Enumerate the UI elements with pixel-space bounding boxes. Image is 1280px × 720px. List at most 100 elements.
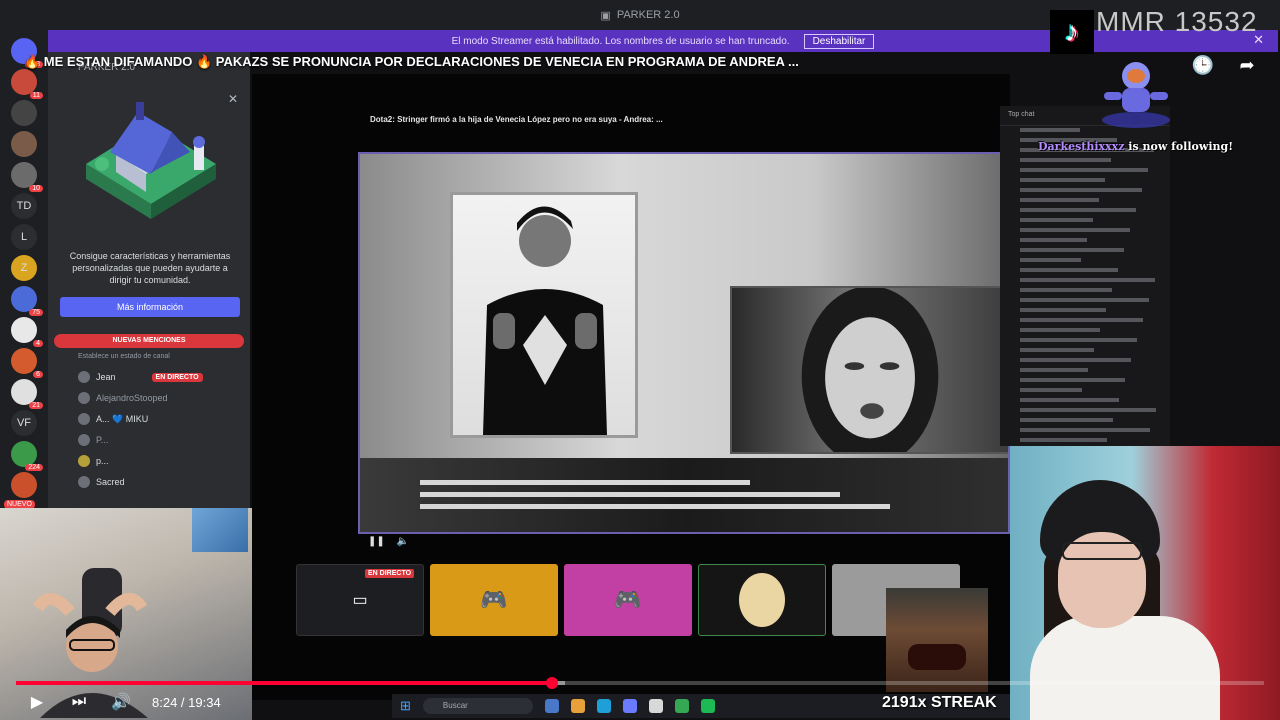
next-icon[interactable]: ⏭	[68, 692, 90, 712]
disable-streamer-button[interactable]: Deshabilitar	[803, 33, 875, 49]
streamer-webcam-right	[1010, 446, 1280, 720]
follower-name: Darkesthixxxz	[1038, 140, 1125, 153]
close-icon[interactable]: ✕	[228, 92, 238, 106]
app-icon[interactable]	[648, 699, 663, 713]
server-icon[interactable]: TD	[11, 193, 37, 219]
chat-line-placeholder	[1000, 426, 1170, 436]
wall-poster	[192, 508, 248, 552]
chat-line-placeholder	[1000, 436, 1170, 446]
guild-rail: 138 11 10 TD L Z 75 4 6 21 VF 224 NUEVO	[0, 30, 48, 510]
more-info-button[interactable]: Más información	[60, 297, 240, 317]
seek-bar[interactable]	[16, 677, 1264, 689]
member-name: A... 💙 MIKU	[96, 413, 149, 424]
streamer-banner-text: El modo Streamer está habilitado. Los no…	[451, 35, 790, 47]
server-icon[interactable]: 4	[11, 317, 43, 347]
member-name: Jean	[96, 372, 116, 382]
voice-member[interactable]: p...	[78, 453, 109, 469]
app-icon[interactable]	[544, 699, 559, 713]
new-mentions-bar[interactable]: NUEVAS MENCIONES	[54, 334, 244, 348]
server-icon[interactable]: L	[11, 224, 37, 250]
server-icon[interactable]: 75	[11, 286, 43, 316]
voice-member[interactable]: Sacred	[78, 474, 125, 490]
meme-mouth	[908, 644, 966, 670]
inner-video-frame[interactable]	[358, 152, 1010, 534]
time-display: 8:24 / 19:34	[152, 694, 221, 710]
voice-member[interactable]: AlejandroStooped	[78, 390, 168, 406]
app-icon[interactable]	[596, 699, 611, 713]
share-icon[interactable]: ➦	[1236, 54, 1258, 76]
chat-line-placeholder	[1000, 386, 1170, 396]
video-title[interactable]: 🔥 ME ESTAN DIFAMANDO 🔥 PAKAZS SE PRONUNC…	[24, 54, 1184, 74]
call-tile[interactable]: EN DIRECTO ▭	[296, 564, 424, 636]
server-icon[interactable]: 224	[11, 441, 43, 471]
call-tile[interactable]: 🎮	[564, 564, 692, 636]
chat-line-placeholder	[1000, 396, 1170, 406]
man-photo	[450, 192, 638, 438]
mmr-counter: MMR 13532	[1096, 6, 1258, 37]
windows-icon[interactable]: ⊞	[400, 698, 411, 714]
discord-icon: 🎮	[480, 587, 508, 612]
screen-share-icon: ▭	[352, 592, 368, 609]
server-icon[interactable]	[11, 472, 37, 498]
chat-line-placeholder	[1000, 286, 1170, 296]
unread-badge: 75	[29, 309, 43, 316]
chat-line-placeholder	[1000, 356, 1170, 366]
chat-line-placeholder	[1000, 216, 1170, 226]
chat-line-placeholder	[1000, 416, 1170, 426]
app-title: PARKER 2.0	[616, 9, 680, 21]
screen: ▣ PARKER 2.0 El modo Streamer está habil…	[0, 0, 1280, 720]
server-icon[interactable]: Z	[11, 255, 37, 281]
chat-line-placeholder	[1000, 236, 1170, 246]
unread-badge: 6	[33, 371, 43, 378]
voice-member[interactable]: Jean EN DIRECTO	[78, 369, 203, 385]
chat-line-placeholder	[1000, 246, 1170, 256]
chat-line-placeholder	[1000, 366, 1170, 376]
current-time: 8:24	[152, 694, 178, 710]
video-top-actions: 🕒 ➦	[1192, 54, 1258, 76]
call-tile[interactable]	[698, 564, 826, 636]
taskbar-search[interactable]: Buscar	[422, 698, 533, 714]
app-icon[interactable]	[674, 699, 689, 713]
server-icon[interactable]	[11, 100, 37, 126]
server-icon[interactable]: 21	[11, 379, 43, 409]
app-icon[interactable]	[700, 699, 715, 713]
watch-later-icon[interactable]: 🕒	[1192, 54, 1214, 76]
volume-icon[interactable]: 🔈	[397, 536, 409, 547]
volume-icon[interactable]: 🔊	[110, 692, 132, 712]
glasses	[1062, 542, 1142, 560]
server-label: VF	[16, 417, 32, 429]
server-icon[interactable]: 10	[11, 162, 43, 192]
chat-line-placeholder	[1000, 406, 1170, 416]
chat-line-placeholder	[1000, 316, 1170, 326]
inner-video-title: Dota2: Stringer firmó a la hija de Venec…	[370, 115, 663, 124]
streak-counter: 2191x STREAK	[882, 694, 997, 711]
chat-line-placeholder	[1000, 306, 1170, 316]
avatar	[78, 455, 90, 467]
member-name: AlejandroStooped	[96, 393, 168, 403]
voice-member[interactable]: P...	[78, 432, 108, 448]
server-icon[interactable]	[11, 131, 37, 157]
chat-line-placeholder	[1000, 376, 1170, 386]
follow-alert: Darkesthixxxz is now following!	[1038, 140, 1233, 153]
chat-line-placeholder	[1000, 336, 1170, 346]
play-icon[interactable]: ▶	[26, 692, 48, 712]
app-icon: ▣	[600, 9, 611, 22]
pause-icon[interactable]: ❚❚	[368, 536, 385, 547]
avatar	[78, 476, 90, 488]
inner-player-controls: ❚❚ 🔈	[368, 536, 409, 547]
played-bar	[16, 681, 553, 685]
news-lower-third	[360, 458, 1008, 532]
chat-line-placeholder	[1000, 206, 1170, 216]
unread-badge: 11	[29, 92, 43, 99]
app-icon[interactable]	[622, 699, 637, 713]
chat-line-placeholder	[1000, 156, 1170, 166]
voice-member[interactable]: A... 💙 MIKU	[78, 411, 148, 427]
channel-status-input[interactable]: Establece un estado de canal	[78, 353, 170, 360]
server-label: TD	[16, 200, 32, 212]
server-icon[interactable]: 6	[11, 348, 43, 378]
server-label: Z	[20, 262, 28, 274]
server-icon[interactable]: VF	[11, 410, 37, 436]
call-tile[interactable]: 🎮	[430, 564, 558, 636]
member-name: Sacred	[96, 477, 125, 487]
app-icon[interactable]	[570, 699, 585, 713]
